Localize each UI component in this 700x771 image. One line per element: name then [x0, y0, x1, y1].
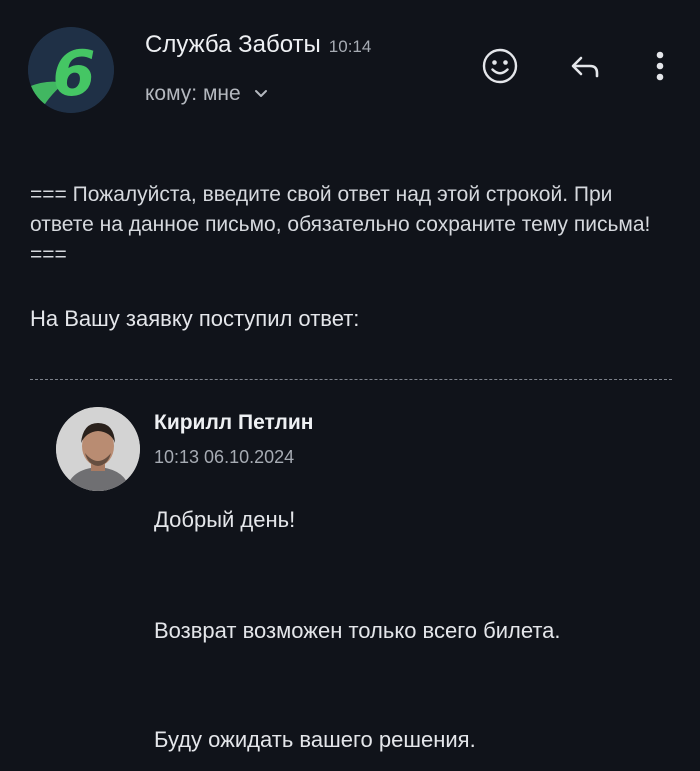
reply-message-refund: Возврат возможен только всего билета.	[154, 618, 561, 643]
chevron-down-icon	[254, 89, 268, 99]
logo-glyph: 6	[52, 37, 95, 110]
reply-button[interactable]	[563, 44, 607, 88]
more-options-button[interactable]	[638, 44, 682, 88]
reply-datetime: 10:13 06.10.2024	[154, 447, 295, 467]
reply-author: Кирилл Петлин	[154, 411, 314, 434]
sender-avatar[interactable]: 6	[28, 27, 114, 113]
recipient-label: кому: мне	[145, 82, 241, 105]
more-vertical-icon	[656, 51, 664, 81]
intro-text: На Вашу заявку поступил ответ:	[30, 306, 360, 331]
reply-message-greeting: Добрый день!	[154, 507, 296, 532]
quote-divider	[30, 379, 672, 380]
reply-message-closing: Буду ожидать вашего решения.	[154, 727, 476, 752]
reply-above-line-notice: === Пожалуйста, введите свой ответ над э…	[30, 183, 651, 266]
emoji-reaction-button[interactable]	[478, 44, 522, 88]
agent-avatar	[56, 407, 140, 491]
service-logo-icon: 6	[28, 27, 114, 113]
sender-line: Служба Заботы 10:14	[145, 31, 371, 59]
agent-photo-icon	[56, 407, 140, 491]
smile-icon	[482, 48, 518, 84]
email-header: 6 Служба Заботы 10:14 кому: мне	[0, 0, 700, 130]
reply-icon	[571, 56, 599, 78]
sender-name: Служба Заботы	[145, 31, 321, 58]
recipient-toggle[interactable]: кому: мне	[145, 82, 268, 106]
sent-time: 10:14	[328, 37, 372, 56]
